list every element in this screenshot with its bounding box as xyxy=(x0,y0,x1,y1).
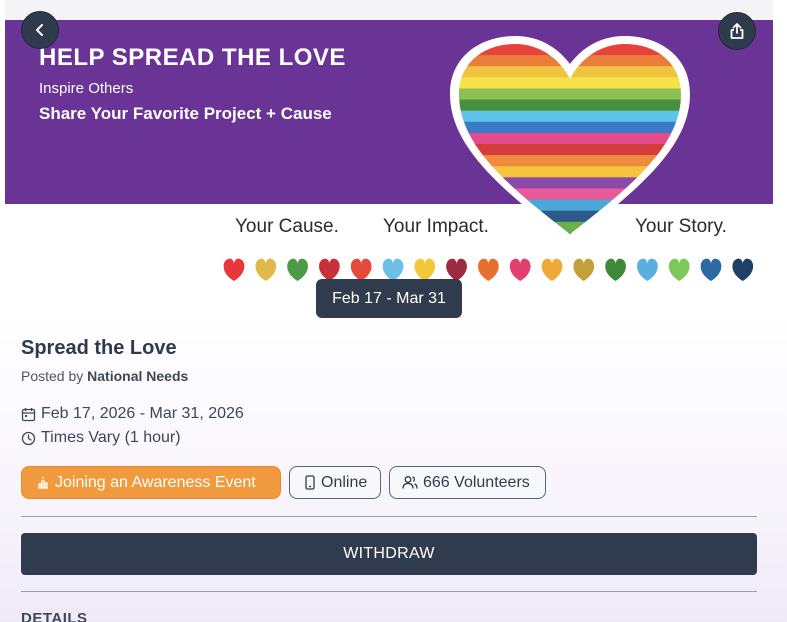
event-time-row: Times Vary (1 hour) xyxy=(21,429,181,447)
date-range-chip: Feb 17 - Mar 31 xyxy=(316,279,462,318)
heart-stripe xyxy=(459,166,681,178)
joining-event-label: Joining an Awareness Event xyxy=(55,473,256,491)
mini-heart-icon xyxy=(478,258,499,281)
mini-heart-icon xyxy=(700,258,722,281)
megaphone-icon xyxy=(38,476,48,489)
share-icon xyxy=(730,23,744,39)
calendar-icon xyxy=(21,407,36,421)
online-label: Online xyxy=(321,473,368,491)
event-date-row: Feb 17, 2026 - Mar 31, 2026 xyxy=(21,405,244,423)
mini-heart-icon xyxy=(350,258,372,281)
chevron-left-icon xyxy=(36,24,43,36)
mini-heart-icon xyxy=(414,258,436,281)
rainbow-heart-icon xyxy=(450,36,690,242)
mini-hearts-row xyxy=(223,258,754,281)
hero-tag-cause: Your Cause. xyxy=(235,216,339,237)
users-icon xyxy=(402,476,418,489)
mini-heart-icon xyxy=(446,258,467,281)
heart-stripe xyxy=(459,199,681,212)
mini-heart-icon xyxy=(637,258,658,281)
phone-icon xyxy=(305,475,315,490)
mini-heart-icon xyxy=(382,258,404,281)
hero-title: HELP SPREAD THE LOVE xyxy=(39,44,346,71)
hero-banner: HELP SPREAD THE LOVE Inspire Others Shar… xyxy=(5,0,773,292)
heart-stripe xyxy=(459,132,681,145)
mini-heart-icon xyxy=(255,258,277,281)
mini-heart-icon xyxy=(668,258,690,281)
posted-by-prefix: Posted by xyxy=(21,368,84,384)
divider xyxy=(21,516,757,517)
hero-tagline: Share Your Favorite Project + Cause xyxy=(39,104,332,123)
heart-stripe xyxy=(459,88,681,101)
hero-tag-impact: Your Impact. xyxy=(383,216,489,237)
mini-heart-icon xyxy=(509,258,531,281)
volunteers-badge: 666 Volunteers xyxy=(389,466,546,499)
back-button[interactable] xyxy=(21,11,59,49)
volunteers-count: 666 xyxy=(423,473,450,491)
heart-stripe xyxy=(459,77,681,89)
hero-tag-story: Your Story. xyxy=(635,216,727,237)
event-date: Feb 17, 2026 - Mar 31, 2026 xyxy=(41,405,244,422)
clock-icon xyxy=(21,431,36,445)
hero-subtitle: Inspire Others xyxy=(39,80,134,97)
mini-heart-icon xyxy=(223,258,245,281)
details-heading: DETAILS xyxy=(21,610,88,622)
withdraw-button[interactable]: WITHDRAW xyxy=(21,533,757,575)
heart-stripe xyxy=(459,188,681,201)
organization-link[interactable]: National Needs xyxy=(87,368,188,384)
heart-stripe xyxy=(459,121,681,134)
event-title: Spread the Love xyxy=(21,337,177,359)
heart-stripe xyxy=(459,144,681,156)
heart-stripe xyxy=(459,177,681,189)
online-badge: Online xyxy=(289,466,381,499)
event-time: Times Vary (1 hour) xyxy=(41,429,181,446)
mini-heart-icon xyxy=(573,258,595,281)
joining-event-badge: Joining an Awareness Event xyxy=(21,466,281,499)
mini-heart-icon xyxy=(605,258,626,281)
heart-stripe xyxy=(459,110,681,123)
share-button[interactable] xyxy=(718,12,756,50)
mini-heart-icon xyxy=(319,258,340,281)
divider xyxy=(21,591,757,592)
mini-heart-icon xyxy=(287,258,308,281)
posted-by: Posted by National Needs xyxy=(21,368,188,384)
mini-heart-icon xyxy=(732,258,754,281)
volunteers-label: Volunteers xyxy=(454,473,530,491)
heart-stripe xyxy=(459,99,681,112)
mini-heart-icon xyxy=(541,258,563,281)
